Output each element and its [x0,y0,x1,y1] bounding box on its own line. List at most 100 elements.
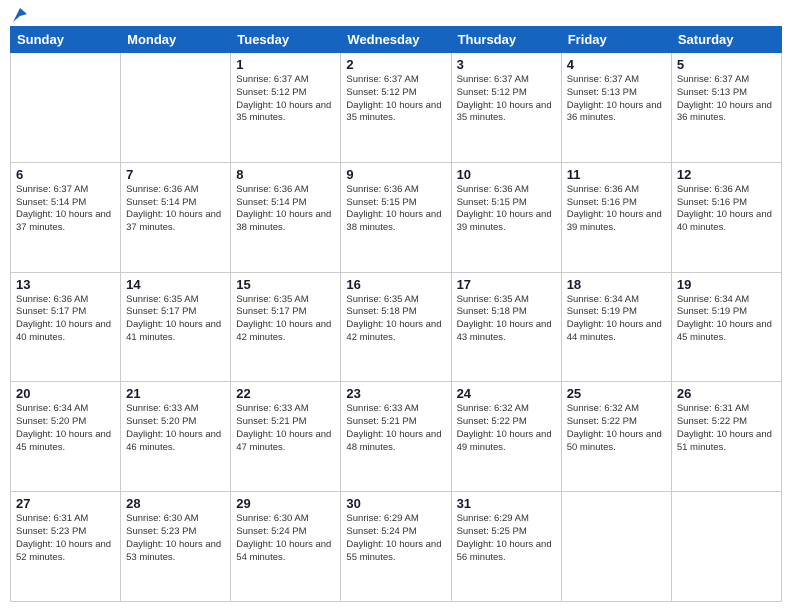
day-number: 20 [16,386,115,401]
cell-info: Sunrise: 6:37 AMSunset: 5:13 PMDaylight:… [567,74,666,125]
day-number: 4 [567,57,666,72]
day-number: 27 [16,496,115,511]
calendar-cell: 16 Sunrise: 6:35 AMSunset: 5:18 PMDayligh… [341,272,451,382]
weekday-header-thursday: Thursday [451,27,561,53]
day-number: 11 [567,167,666,182]
calendar-cell [561,492,671,602]
day-number: 24 [457,386,556,401]
calendar-cell: 5 Sunrise: 6:37 AMSunset: 5:13 PMDaylight… [671,53,781,163]
calendar-cell: 25 Sunrise: 6:32 AMSunset: 5:22 PMDayligh… [561,382,671,492]
day-number: 18 [567,277,666,292]
day-number: 31 [457,496,556,511]
calendar-cell: 14 Sunrise: 6:35 AMSunset: 5:17 PMDayligh… [121,272,231,382]
week-row-3: 13 Sunrise: 6:36 AMSunset: 5:17 PMDayligh… [11,272,782,382]
cell-info: Sunrise: 6:33 AMSunset: 5:20 PMDaylight:… [126,403,225,454]
day-number: 29 [236,496,335,511]
header [10,10,782,20]
cell-info: Sunrise: 6:34 AMSunset: 5:19 PMDaylight:… [567,294,666,345]
calendar-cell: 9 Sunrise: 6:36 AMSunset: 5:15 PMDaylight… [341,162,451,272]
day-number: 15 [236,277,335,292]
calendar-cell: 17Sunrise: 6:35 AMSunset: 5:18 PMDayligh… [451,272,561,382]
cell-info: Sunrise: 6:31 AMSunset: 5:22 PMDaylight:… [677,403,776,454]
calendar-cell: 18 Sunrise: 6:34 AMSunset: 5:19 PMDayligh… [561,272,671,382]
cell-info: Sunrise: 6:36 AMSunset: 5:14 PMDaylight:… [236,184,335,235]
cell-info: Sunrise: 6:29 AMSunset: 5:24 PMDaylight:… [346,513,445,564]
calendar-cell: 21 Sunrise: 6:33 AMSunset: 5:20 PMDayligh… [121,382,231,492]
week-row-5: 27 Sunrise: 6:31 AMSunset: 5:23 PMDayligh… [11,492,782,602]
calendar-cell: 13 Sunrise: 6:36 AMSunset: 5:17 PMDayligh… [11,272,121,382]
cell-info: Sunrise: 6:37 AMSunset: 5:12 PMDaylight:… [457,74,556,125]
calendar-cell: 24 Sunrise: 6:32 AMSunset: 5:22 PMDayligh… [451,382,561,492]
weekday-header-sunday: Sunday [11,27,121,53]
cell-info: Sunrise: 6:32 AMSunset: 5:22 PMDaylight:… [567,403,666,454]
day-number: 17 [457,277,556,292]
cell-info: Sunrise: 6:29 AMSunset: 5:25 PMDaylight:… [457,513,556,564]
week-row-2: 6Sunrise: 6:37 AMSunset: 5:14 PMDaylight… [11,162,782,272]
day-number: 26 [677,386,776,401]
calendar-cell [671,492,781,602]
calendar-cell: 11 Sunrise: 6:36 AMSunset: 5:16 PMDayligh… [561,162,671,272]
day-number: 12 [677,167,776,182]
cell-info: Sunrise: 6:35 AMSunset: 5:17 PMDaylight:… [126,294,225,345]
day-number: 23 [346,386,445,401]
calendar-cell: 3 Sunrise: 6:37 AMSunset: 5:12 PMDaylight… [451,53,561,163]
weekday-header-monday: Monday [121,27,231,53]
day-number: 16 [346,277,445,292]
calendar-cell: 31 Sunrise: 6:29 AMSunset: 5:25 PMDayligh… [451,492,561,602]
cell-info: Sunrise: 6:30 AMSunset: 5:23 PMDaylight:… [126,513,225,564]
cell-info: Sunrise: 6:36 AMSunset: 5:16 PMDaylight:… [677,184,776,235]
day-number: 28 [126,496,225,511]
cell-info: Sunrise: 6:36 AMSunset: 5:15 PMDaylight:… [457,184,556,235]
calendar-cell: 23 Sunrise: 6:33 AMSunset: 5:21 PMDayligh… [341,382,451,492]
day-number: 1 [236,57,335,72]
day-number: 14 [126,277,225,292]
day-number: 9 [346,167,445,182]
day-number: 25 [567,386,666,401]
logo-bird-icon [11,6,29,24]
calendar-cell: 4 Sunrise: 6:37 AMSunset: 5:13 PMDaylight… [561,53,671,163]
calendar-cell: 12 Sunrise: 6:36 AMSunset: 5:16 PMDayligh… [671,162,781,272]
day-number: 2 [346,57,445,72]
cell-info: Sunrise: 6:37 AMSunset: 5:12 PMDaylight:… [236,74,335,125]
calendar-cell: 30Sunrise: 6:29 AMSunset: 5:24 PMDayligh… [341,492,451,602]
day-number: 10 [457,167,556,182]
page: SundayMondayTuesdayWednesdayThursdayFrid… [0,0,792,612]
day-number: 19 [677,277,776,292]
calendar-cell [121,53,231,163]
cell-info: Sunrise: 6:36 AMSunset: 5:16 PMDaylight:… [567,184,666,235]
cell-info: Sunrise: 6:34 AMSunset: 5:19 PMDaylight:… [677,294,776,345]
calendar-cell: 19 Sunrise: 6:34 AMSunset: 5:19 PMDayligh… [671,272,781,382]
day-number: 3 [457,57,556,72]
cell-info: Sunrise: 6:36 AMSunset: 5:17 PMDaylight:… [16,294,115,345]
calendar-cell: 22 Sunrise: 6:33 AMSunset: 5:21 PMDayligh… [231,382,341,492]
calendar-cell: 27 Sunrise: 6:31 AMSunset: 5:23 PMDayligh… [11,492,121,602]
cell-info: Sunrise: 6:30 AMSunset: 5:24 PMDaylight:… [236,513,335,564]
cell-info: Sunrise: 6:33 AMSunset: 5:21 PMDaylight:… [236,403,335,454]
cell-info: Sunrise: 6:37 AMSunset: 5:13 PMDaylight:… [677,74,776,125]
calendar-cell: 15 Sunrise: 6:35 AMSunset: 5:17 PMDayligh… [231,272,341,382]
calendar-cell: 10 Sunrise: 6:36 AMSunset: 5:15 PMDayligh… [451,162,561,272]
calendar-cell: 8 Sunrise: 6:36 AMSunset: 5:14 PMDaylight… [231,162,341,272]
cell-info: Sunrise: 6:35 AMSunset: 5:18 PMDaylight:… [346,294,445,345]
day-number: 5 [677,57,776,72]
calendar-cell [11,53,121,163]
calendar-cell: 20Sunrise: 6:34 AMSunset: 5:20 PMDayligh… [11,382,121,492]
weekday-header-saturday: Saturday [671,27,781,53]
cell-info: Sunrise: 6:33 AMSunset: 5:21 PMDaylight:… [346,403,445,454]
cell-info: Sunrise: 6:32 AMSunset: 5:22 PMDaylight:… [457,403,556,454]
week-row-4: 20Sunrise: 6:34 AMSunset: 5:20 PMDayligh… [11,382,782,492]
calendar-table: SundayMondayTuesdayWednesdayThursdayFrid… [10,26,782,602]
day-number: 8 [236,167,335,182]
cell-info: Sunrise: 6:36 AMSunset: 5:15 PMDaylight:… [346,184,445,235]
day-number: 13 [16,277,115,292]
logo [10,10,29,20]
cell-info: Sunrise: 6:35 AMSunset: 5:17 PMDaylight:… [236,294,335,345]
day-number: 7 [126,167,225,182]
day-number: 22 [236,386,335,401]
weekday-header-friday: Friday [561,27,671,53]
calendar-body: 1 Sunrise: 6:37 AMSunset: 5:12 PMDaylight… [11,53,782,602]
day-number: 21 [126,386,225,401]
cell-info: Sunrise: 6:31 AMSunset: 5:23 PMDaylight:… [16,513,115,564]
cell-info: Sunrise: 6:37 AMSunset: 5:14 PMDaylight:… [16,184,115,235]
cell-info: Sunrise: 6:36 AMSunset: 5:14 PMDaylight:… [126,184,225,235]
